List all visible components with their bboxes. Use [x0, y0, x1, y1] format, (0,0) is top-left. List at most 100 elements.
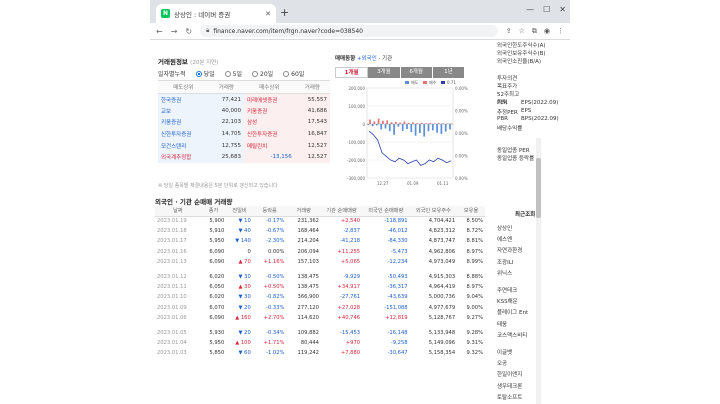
table-cell: 231,362 [297, 218, 319, 225]
address-actions: ⇪ ☆ ⧉ ◉ ⋮ [506, 27, 564, 36]
table-cell: 2023.01.03 [157, 350, 187, 357]
y-tick-label: -200,000 [347, 158, 365, 163]
recent-item[interactable]: 토탈소프트 [497, 393, 522, 401]
broker-subtitle: (20분 지연) [190, 60, 219, 66]
foreign-link[interactable]: +외국인 [357, 56, 377, 62]
recent-item[interactable]: 코스맥스비티 [497, 331, 527, 339]
buy-bar [394, 121, 397, 124]
table-cell: 2023.01.05 [157, 329, 187, 336]
broker-cell: 41,686 [294, 105, 330, 117]
chart-link-separator: · [378, 56, 381, 62]
period-option[interactable]: 당일 [195, 69, 215, 78]
broker-cell: 신한투자증권 [243, 128, 295, 140]
table-cell: +27,028 [337, 304, 361, 311]
browser-tab[interactable]: N 상상인 : 네이버 증권 ✕ [156, 4, 276, 23]
period-option[interactable]: 20일 [252, 69, 273, 78]
new-tab-icon[interactable]: + [280, 6, 289, 19]
table-row: 2023.01.12 6,020 ▼ 30 -0.50% 138,475 -9,929 -5… [155, 272, 485, 282]
recent-item[interactable]: 에스엔 [497, 235, 512, 243]
table-cell: 8.99% [466, 258, 483, 265]
close-tab-icon[interactable]: ✕ [265, 10, 271, 18]
maximize-icon[interactable]: ☐ [543, 5, 550, 14]
broker-rows: 한국증권 77,421 미래에셋증권 55,557 교보 40,000 키움증권 41,686… [158, 93, 330, 164]
y2-tick-label: 0.00% [455, 109, 468, 114]
table-cell: 8.50% [466, 218, 483, 225]
sell-bar [384, 124, 387, 129]
institution-link[interactable]: 기관 [382, 56, 392, 62]
broker-cell: 한국증권 [158, 93, 209, 106]
radio-selected-icon [195, 70, 202, 77]
recent-item[interactable]: 태웅 [497, 320, 507, 328]
sell-bar [427, 124, 430, 132]
table-cell: 6,090 [209, 248, 225, 255]
broker-cell: 키움증권 [158, 116, 209, 129]
period-option-label: 5일 [232, 71, 242, 78]
y-tick-label: 100,000 [348, 104, 365, 109]
reload-icon[interactable]: ↻ [185, 27, 192, 36]
table-cell: ▲ 100 [235, 340, 251, 347]
recent-item[interactable]: KSS해운 [497, 297, 518, 305]
menu-icon[interactable]: ⋮ [557, 27, 564, 36]
scrollbar-thumb[interactable] [536, 158, 541, 218]
broker-cell: 17,543 [294, 116, 330, 129]
extensions-icon[interactable]: ⧉ [532, 27, 537, 36]
broker-cell: 메릴린치 [243, 139, 295, 152]
table-row: 2023.01.11 6,050 ▲ 30 +0.50% 138,475 +34,917 -… [155, 282, 485, 292]
share-icon[interactable]: ⇪ [506, 27, 512, 36]
right-sidebar: 외국인한도주식수(A) 외국인보유주식수(B) 외국인소진율(B/A) 투자의견 목표주… [495, 40, 570, 404]
recent-item[interactable]: 이글벳 [497, 348, 512, 356]
foreign-info-label: 외국인한도주식수(A) [497, 43, 546, 49]
tab-6month[interactable]: 6개월 [400, 67, 433, 78]
profile-icon[interactable]: ◉ [544, 27, 550, 36]
broker-cell: 40,000 [208, 105, 244, 117]
close-window-icon[interactable]: ✕ [559, 5, 566, 14]
tab-3month[interactable]: 3개월 [368, 67, 401, 78]
table-row: 2023.01.06 6,090 ▲ 160 +2.70% 114,620 +40,746… [155, 313, 485, 323]
recent-item[interactable]: 상상인 [497, 224, 512, 232]
tab-1month[interactable]: 1개월 [335, 67, 369, 78]
period-option[interactable]: 60일 [283, 69, 304, 78]
recent-item[interactable]: 자연과환경 [497, 246, 522, 254]
page-scrollbar[interactable] [536, 138, 541, 404]
recent-item[interactable]: 오공 [497, 359, 507, 367]
tab-1year[interactable]: 1년 [432, 67, 465, 78]
forward-icon[interactable]: → [171, 27, 178, 36]
table-row: 2023.01.17 5,950 ▼ 140 -2.30% 214,204 -41,218… [155, 236, 485, 246]
recent-item[interactable]: 한일이앤지 [497, 370, 522, 378]
period-option[interactable]: 5일 [224, 69, 242, 78]
table-cell: 5,158,354 [428, 350, 456, 357]
url-field[interactable]: 🔒︎ finance.naver.com/item/frgn.naver?cod… [200, 25, 498, 37]
minimize-icon[interactable]: — [526, 5, 534, 14]
table-cell: 2023.01.19 [157, 218, 187, 225]
table-cell: 168,464 [297, 228, 319, 235]
table-cell: 366,900 [297, 294, 319, 301]
y2-tick-label: 0.00% [455, 176, 468, 181]
header-buy-top: 매수상위 [243, 80, 295, 94]
radio-icon [283, 70, 290, 77]
x-tick-label: 01.11 [437, 181, 449, 186]
table-cell: 5,128,767 [428, 314, 456, 321]
sell-bar [449, 124, 451, 130]
trading-header: 외국인 순매매량 [362, 206, 410, 217]
table-row: 2023.01.18 5,910 ▼ 40 -0.67% 168,464 -2,837 -4… [155, 226, 485, 236]
header-volume: 거래량 [294, 80, 330, 94]
sell-bar [380, 124, 383, 130]
table-cell: 4,973,049 [428, 258, 456, 265]
table-cell: 109,882 [297, 329, 319, 336]
sector-info-label: 동일업종 등락률 [497, 156, 535, 162]
recent-item[interactable]: 위닉스 [497, 269, 512, 277]
sell-bar [414, 124, 417, 136]
bookmark-star-icon[interactable]: ☆ [519, 27, 525, 36]
chart-section: 매매동향 +외국인 · 기관 1개월 3개월 6개월 1년 200,000 100… [335, 52, 485, 190]
table-cell: -0.67% [266, 228, 285, 235]
recent-item[interactable]: 주연테크 [497, 286, 517, 294]
back-icon[interactable]: ← [156, 27, 163, 36]
recent-item[interactable]: 조광ILI [497, 258, 513, 266]
header-volume: 거래량 [208, 80, 244, 94]
table-cell: 2023.01.12 [157, 274, 187, 281]
recent-item[interactable]: 생우테크론 [497, 382, 522, 390]
table-cell: 6,020 [209, 274, 225, 281]
recent-item[interactable]: 플레이그 Ent [497, 308, 528, 316]
table-cell: 9.31% [466, 340, 483, 347]
foreign-total-cell: 12,527 [294, 151, 330, 164]
